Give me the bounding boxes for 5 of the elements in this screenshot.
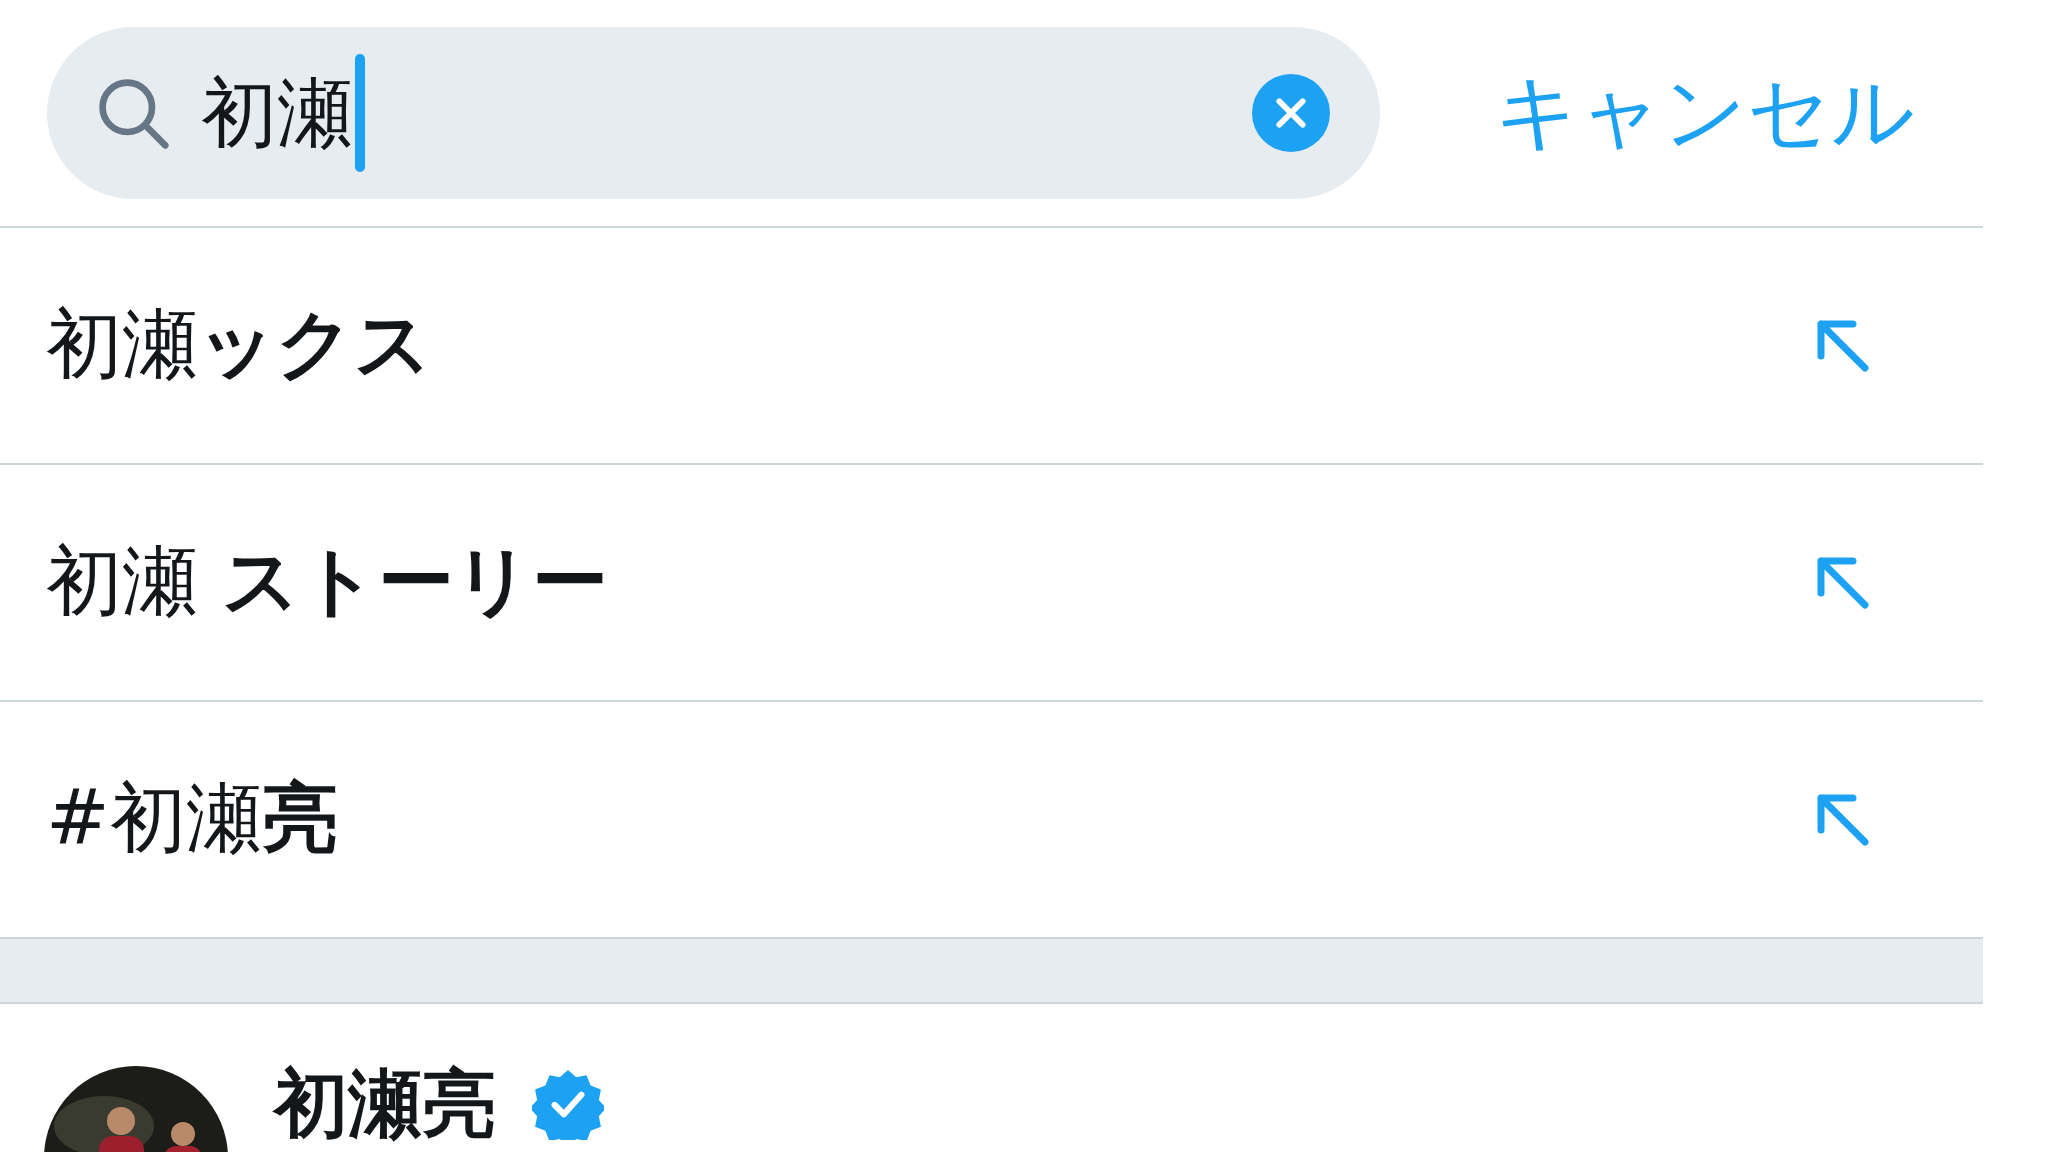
suggestion-row[interactable]: 初瀬 ストーリー (0, 465, 1983, 702)
user-name: 初瀬亮 (274, 1066, 496, 1140)
clear-button[interactable] (1252, 74, 1330, 152)
search-field[interactable]: 初瀬 (47, 27, 1380, 199)
suggestion-row[interactable]: 初瀬ックス (0, 228, 1983, 465)
